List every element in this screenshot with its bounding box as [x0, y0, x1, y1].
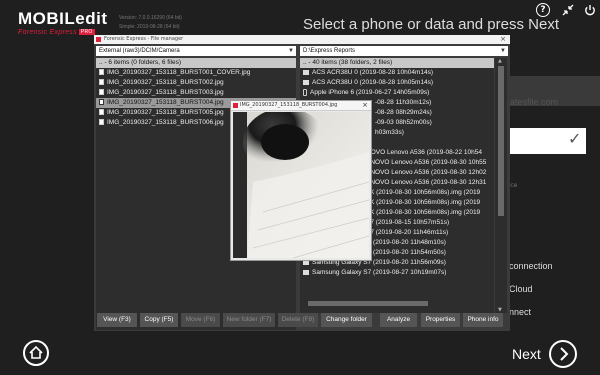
- file-name: IMG_20190327_153118_BURST002.jpg: [107, 79, 224, 86]
- folder-name: NOVO Lenovo A536 (2019-08-22 10h54: [366, 149, 483, 156]
- folder-name: Apple iPhone 6 (2019-06-27 14h05m09s): [310, 89, 430, 96]
- background-option-cloud[interactable]: Cloud: [509, 284, 533, 294]
- file-row[interactable]: IMG_20190327_153118_BURST003.jpg: [96, 88, 296, 98]
- file-name: IMG_20190327_153118_BURST006.jpg: [107, 119, 224, 126]
- right-path-selector[interactable]: D:\Express Reports ▼: [300, 46, 508, 56]
- folder-name: -08-28 08h29m24s): [375, 109, 432, 116]
- file-icon: [99, 79, 104, 86]
- left-list-header[interactable]: .. - 6 items (0 folders, 6 files): [96, 58, 296, 68]
- folder-name: TK (2019-08-30 10h56m08s).img (2019: [366, 199, 481, 206]
- preview-image: [233, 112, 369, 258]
- background-option-connection[interactable]: connection: [509, 261, 553, 271]
- version-info: Version: 7.0.0.16290 (64 bit) Simple: 20…: [119, 14, 182, 32]
- file-row[interactable]: IMG_20190327_153118_BURST002.jpg: [96, 78, 296, 88]
- home-button[interactable]: [23, 340, 49, 366]
- left-path-selector[interactable]: External (raw3)/DCIM/Camera ▼: [96, 46, 296, 56]
- copy-button[interactable]: Copy (F5): [140, 313, 178, 327]
- folder-icon: [303, 69, 309, 75]
- checkmark-icon: ✓: [568, 129, 582, 148]
- new-folder-button[interactable]: New folder (F7): [223, 313, 275, 327]
- folder-row[interactable]: Samsung Galaxy S7 (2019-08-27 10h19m07s): [300, 268, 494, 278]
- phone-info-button[interactable]: Phone info: [463, 313, 503, 327]
- version-line-2: Simple: 2019-08-28 (64 bit): [119, 24, 180, 30]
- file-icon: [99, 99, 104, 106]
- file-manager-title: Forensic Express - File manager: [104, 36, 184, 42]
- background-option-connect[interactable]: nnect: [509, 307, 531, 317]
- change-folder-button[interactable]: Change folder: [321, 313, 372, 327]
- brand-subtitle-text: Forensic Express: [18, 29, 77, 36]
- app-small-icon: [96, 37, 101, 42]
- folder-icon: [303, 269, 309, 275]
- folder-name: ENOVO Lenovo A536 (2019-08-30 12h02: [366, 169, 487, 176]
- image-preview-window: IMG_20190327_153118_BURST004.jpg ×: [230, 100, 372, 261]
- version-line-1: Version: 7.0.0.16290 (64 bit): [119, 15, 182, 21]
- chevron-down-icon: ▼: [500, 48, 506, 54]
- collapse-arrows-icon: [562, 4, 574, 16]
- delete-button[interactable]: Delete (F8): [278, 313, 318, 327]
- left-path-text: External (raw3)/DCIM/Camera: [99, 48, 180, 54]
- folder-name: TK (2019-08-30 10h56m08s).img (2019: [366, 189, 481, 196]
- folder-name: ENOVO Lenovo A536 (2019-08-30 10h55: [366, 159, 487, 166]
- close-icon[interactable]: ×: [362, 101, 368, 110]
- folder-name: ACS ACR38U 0 (2019-08-28 10h05m14s): [312, 79, 434, 86]
- next-label[interactable]: Next: [512, 346, 541, 362]
- folder-row[interactable]: Apple iPhone 6 (2019-06-27 14h05m09s): [300, 88, 494, 98]
- file-name: IMG_20190327_153118_BURST003.jpg: [107, 89, 224, 96]
- scrollbar-thumb[interactable]: [308, 301, 428, 306]
- folder-name: ACS ACR38U 0 (2019-08-28 10h04m14s): [312, 69, 434, 76]
- folder-name: h03m33s): [375, 129, 404, 136]
- folder-name: S7 (2019-08-20 11h46m11s): [366, 229, 449, 236]
- file-name: IMG_20190327_153118_BURST001_COVER.jpg: [107, 69, 251, 76]
- home-icon: [29, 345, 43, 359]
- folder-name: -09-03 08h52m00s): [375, 119, 432, 126]
- app-logo: MOBILedit Forensic Express PRO: [18, 9, 118, 37]
- file-icon: [99, 69, 104, 76]
- app-small-icon: [233, 103, 238, 108]
- preview-title: IMG_20190327_153118_BURST004.jpg: [240, 102, 338, 108]
- folder-name: -08-28 11h30m12s): [375, 99, 432, 106]
- collapse-icon[interactable]: [561, 3, 575, 17]
- photo-content-image: [233, 112, 369, 258]
- folder-name: S7 (2019-08-15 10h57m51s): [366, 219, 450, 226]
- move-button[interactable]: Move (F6): [181, 313, 220, 327]
- next-button[interactable]: [549, 340, 577, 368]
- pro-badge: PRO: [78, 29, 95, 35]
- page-headline: Select a phone or data and press Next: [303, 16, 559, 33]
- folder-row[interactable]: ACS ACR38U 0 (2019-08-28 10h05m14s): [300, 78, 494, 88]
- properties-button[interactable]: Properties: [421, 313, 460, 327]
- file-icon: [99, 109, 104, 116]
- view-button[interactable]: View (F3): [97, 313, 137, 327]
- phone-icon: [303, 88, 307, 96]
- file-manager-titlebar: Forensic Express - File manager ×: [94, 35, 510, 44]
- file-icon: [99, 119, 104, 126]
- folder-name: ENOVO Lenovo A536 (2019-08-30 12h31: [366, 179, 487, 186]
- brand-name: MOBILedit: [18, 9, 108, 28]
- close-icon[interactable]: ×: [500, 35, 506, 44]
- scroll-up-icon[interactable]: ▲: [498, 58, 502, 64]
- help-icon[interactable]: ?: [536, 3, 550, 17]
- right-path-text: D:\Express Reports: [303, 48, 356, 54]
- scrollbar-thumb[interactable]: [498, 66, 504, 216]
- folder-row[interactable]: ACS ACR38U 0 (2019-08-28 10h04m14s): [300, 68, 494, 78]
- chevron-right-icon: [560, 347, 569, 361]
- preview-titlebar: IMG_20190327_153118_BURST004.jpg ×: [231, 101, 371, 111]
- file-icon: [99, 89, 104, 96]
- power-icon[interactable]: [583, 3, 597, 17]
- power-glyph-icon: [585, 5, 595, 16]
- folder-name: TK (2019-08-30 10h56m08s).img (2019: [366, 209, 481, 216]
- file-name: IMG_20190327_153118_BURST004.jpg: [107, 99, 224, 106]
- file-row[interactable]: IMG_20190327_153118_BURST001_COVER.jpg: [96, 68, 296, 78]
- right-vertical-scrollbar[interactable]: ▲ ▼: [495, 58, 507, 313]
- folder-icon: [303, 79, 309, 85]
- right-list-header[interactable]: .. - 40 items (38 folders, 2 files): [300, 58, 494, 68]
- right-horizontal-scrollbar[interactable]: [300, 298, 494, 308]
- folder-name: Samsung Galaxy S7 (2019-08-27 10h19m07s): [312, 269, 447, 276]
- analyze-button[interactable]: Analyze: [380, 313, 417, 327]
- file-name: IMG_20190327_153118_BURST005.jpg: [107, 109, 224, 116]
- chevron-down-icon: ▼: [288, 48, 294, 54]
